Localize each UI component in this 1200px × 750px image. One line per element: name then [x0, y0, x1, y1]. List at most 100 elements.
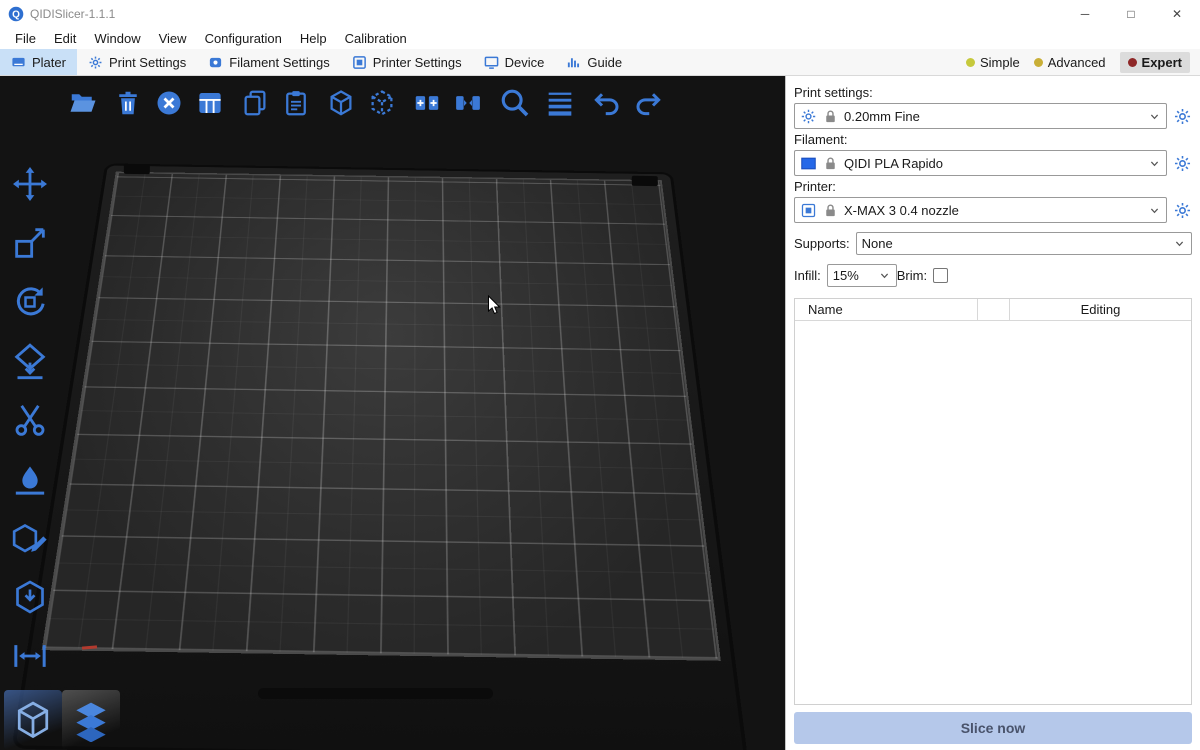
chevron-down-icon: [877, 268, 892, 283]
undo-button[interactable]: [592, 88, 622, 118]
tab-printer-settings-label: Printer Settings: [373, 55, 462, 70]
filament-combo[interactable]: QIDI PLA Rapido: [794, 150, 1167, 176]
paste-button[interactable]: [281, 88, 311, 118]
split-parts-button[interactable]: [453, 88, 483, 118]
tab-filament-settings-label: Filament Settings: [229, 55, 329, 70]
tab-device[interactable]: Device: [473, 49, 556, 75]
delete-all-button[interactable]: [154, 88, 184, 118]
close-button[interactable]: ✕: [1154, 0, 1200, 28]
scissors-icon: [10, 400, 50, 440]
menu-file[interactable]: File: [6, 31, 45, 46]
object-list: Name Editing: [794, 298, 1192, 705]
place-on-face-tool-button[interactable]: [8, 339, 52, 383]
brim-checkbox[interactable]: [933, 268, 948, 283]
mode-switcher: Simple Advanced Expert: [966, 49, 1200, 75]
redo-button[interactable]: [633, 88, 663, 118]
move-tool-button[interactable]: [8, 162, 52, 206]
filament-value: QIDI PLA Rapido: [844, 156, 943, 171]
object-list-body[interactable]: [795, 321, 1191, 704]
menu-calibration[interactable]: Calibration: [336, 31, 416, 46]
gear-icon: [1173, 201, 1192, 220]
cube-icon: [326, 88, 356, 118]
delete-button[interactable]: [113, 88, 143, 118]
search-button[interactable]: [498, 86, 532, 120]
cut-tool-button[interactable]: [8, 398, 52, 442]
preview-layers-icon: [69, 698, 113, 742]
open-project-button[interactable]: [68, 88, 98, 118]
paste-icon: [281, 88, 311, 118]
paint-supports-icon: [10, 459, 50, 499]
printer-icon: [800, 202, 817, 219]
print-settings-edit-button[interactable]: [1173, 107, 1192, 126]
mode-expert[interactable]: Expert: [1120, 52, 1190, 73]
svg-modifier-tool-button[interactable]: [8, 575, 52, 619]
cube-arrow-down-icon: [10, 577, 50, 617]
printer-icon: [352, 55, 367, 70]
seam-painting-tool-button[interactable]: [8, 516, 52, 560]
measure-tool-button[interactable]: [8, 634, 52, 678]
slice-now-button[interactable]: Slice now: [794, 712, 1192, 744]
bed-clip: [124, 164, 150, 174]
simple-mode-dot-icon: [966, 58, 975, 67]
app-window: Q QIDISlicer-1.1.1 ─ □ ✕ File Edit Windo…: [0, 0, 1200, 750]
device-icon: [484, 55, 499, 70]
printer-label: Printer:: [794, 179, 1192, 194]
menu-help[interactable]: Help: [291, 31, 336, 46]
tab-filament-settings[interactable]: Filament Settings: [197, 49, 340, 75]
tab-plater[interactable]: Plater: [0, 49, 77, 75]
column-name[interactable]: Name: [795, 302, 977, 317]
column-extruder: [977, 299, 1009, 320]
tab-print-settings-label: Print Settings: [109, 55, 186, 70]
mode-simple[interactable]: Simple: [966, 55, 1020, 70]
tab-print-settings[interactable]: Print Settings: [77, 49, 197, 75]
printer-combo[interactable]: X-MAX 3 0.4 nozzle: [794, 197, 1167, 223]
printer-edit-button[interactable]: [1173, 201, 1192, 220]
menu-configuration[interactable]: Configuration: [196, 31, 291, 46]
supports-combo[interactable]: None: [856, 232, 1192, 255]
split-to-objects-button[interactable]: [367, 88, 397, 118]
print-settings-combo[interactable]: 0.20mm Fine: [794, 103, 1167, 129]
variable-layer-height-button[interactable]: [543, 86, 577, 120]
gear-icon: [1173, 154, 1192, 173]
3d-editor-view-button[interactable]: [4, 690, 62, 750]
menu-edit[interactable]: Edit: [45, 31, 85, 46]
brim-label: Brim:: [897, 268, 927, 283]
minimize-button[interactable]: ─: [1062, 0, 1108, 28]
infill-combo[interactable]: 15%: [827, 264, 897, 287]
scale-tool-button[interactable]: [8, 221, 52, 265]
measure-icon: [10, 636, 50, 676]
svg-text:Q: Q: [12, 10, 20, 21]
lock-icon: [822, 108, 839, 125]
infill-value: 15%: [833, 268, 859, 283]
tab-plater-label: Plater: [32, 55, 66, 70]
column-editing[interactable]: Editing: [1009, 299, 1191, 320]
printer-value: X-MAX 3 0.4 nozzle: [844, 203, 959, 218]
toolbar-left: [8, 162, 52, 678]
window-title: QIDISlicer-1.1.1: [30, 7, 115, 21]
rotate-tool-button[interactable]: [8, 280, 52, 324]
tab-printer-settings[interactable]: Printer Settings: [341, 49, 473, 75]
cube-dashed-icon: [367, 88, 397, 118]
sidebar: Print settings: 0.20mm Fine: [785, 76, 1200, 750]
copy-button[interactable]: [240, 88, 270, 118]
maximize-button[interactable]: □: [1108, 0, 1154, 28]
menu-view[interactable]: View: [150, 31, 196, 46]
tab-guide[interactable]: Guide: [555, 49, 633, 75]
chevron-down-icon: [1147, 156, 1162, 171]
menu-window[interactable]: Window: [85, 31, 149, 46]
expert-mode-dot-icon: [1128, 58, 1137, 67]
arrange-button[interactable]: [195, 88, 225, 118]
viewport-3d[interactable]: [0, 76, 785, 750]
filament-label: Filament:: [794, 132, 1192, 147]
toolbar-top: [68, 86, 678, 120]
split-objects-icon: [412, 88, 442, 118]
filament-edit-button[interactable]: [1173, 154, 1192, 173]
split-objects-button[interactable]: [412, 88, 442, 118]
arrange-icon: [195, 88, 225, 118]
add-cube-button[interactable]: [326, 88, 356, 118]
preview-view-button[interactable]: [62, 690, 120, 750]
seam-paint-icon: [10, 518, 50, 558]
mode-advanced[interactable]: Advanced: [1034, 55, 1106, 70]
print-bed: [0, 76, 785, 750]
paint-supports-tool-button[interactable]: [8, 457, 52, 501]
